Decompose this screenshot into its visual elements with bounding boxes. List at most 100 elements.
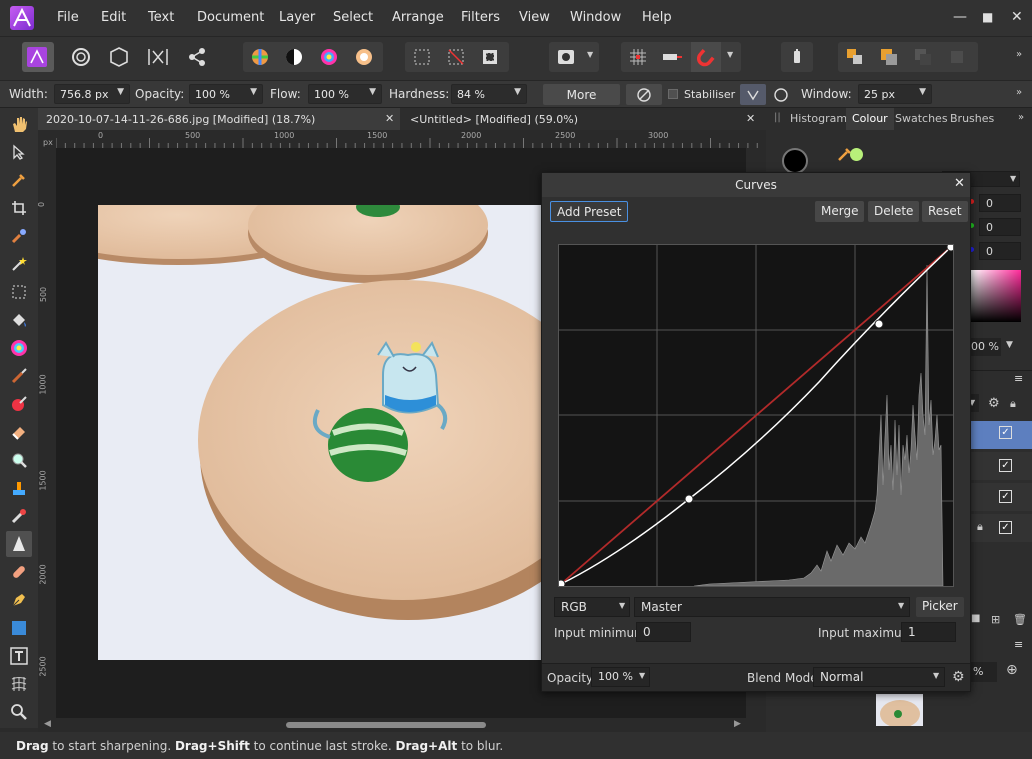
snapping-magnet-icon[interactable] (691, 42, 721, 72)
menu-help[interactable]: Help (642, 10, 672, 25)
layer-row[interactable]: ✓ (971, 452, 1032, 480)
input-maximum-field[interactable]: 1 (901, 622, 956, 642)
curve-control-point[interactable] (684, 494, 694, 504)
lock-icon[interactable]: 🔒︎ (1010, 397, 1016, 411)
stabiliser-checkbox[interactable] (668, 89, 678, 99)
scroll-left-icon[interactable]: ◀ (44, 719, 51, 729)
hsl-icon[interactable] (314, 42, 344, 72)
rope-mode-button[interactable] (740, 84, 766, 105)
rectangle-tool-icon[interactable] (6, 615, 32, 641)
menu-layer[interactable]: Layer (279, 10, 315, 25)
menu-text[interactable]: Text (148, 10, 174, 25)
invert-selection-icon[interactable] (475, 42, 505, 72)
menu-filters[interactable]: Filters (461, 10, 500, 25)
clone-brush-tool-icon[interactable] (6, 475, 32, 501)
blue-value-field[interactable]: 0 (979, 242, 1021, 260)
primary-colour-swatch[interactable] (782, 148, 808, 174)
erase-brush-tool-icon[interactable] (6, 419, 32, 445)
green-value-field[interactable]: 0 (979, 218, 1021, 236)
close-window-button[interactable]: ✕ (1011, 9, 1023, 25)
dodge-brush-tool-icon[interactable] (6, 447, 32, 473)
move-back-icon[interactable] (874, 42, 904, 72)
text-tool-icon[interactable] (6, 643, 32, 669)
layer-visibility-checkbox[interactable]: ✓ (999, 459, 1012, 472)
red-value-field[interactable]: 0 (979, 194, 1021, 212)
grid-icon[interactable] (623, 42, 653, 72)
crop-tool-icon[interactable] (6, 195, 32, 221)
navigator-menu-icon[interactable]: ≡ (1014, 638, 1023, 651)
brush-pressure-button[interactable] (626, 84, 662, 105)
flood-select-tool-icon[interactable] (6, 251, 32, 277)
blend-options-gear-icon[interactable]: ⚙ (952, 669, 965, 685)
minimize-button[interactable]: — (953, 9, 967, 25)
layer-row-selected[interactable]: ✓ (971, 421, 1032, 449)
panel-overflow-icon[interactable]: » (1018, 112, 1024, 123)
colour-opacity-field[interactable]: 00 % (969, 338, 1001, 356)
colour-picker-square[interactable] (971, 270, 1021, 322)
channel-dropdown[interactable]: Master ▼ (634, 597, 910, 617)
more-button[interactable]: More (543, 84, 620, 105)
merge-button[interactable]: Merge (815, 201, 865, 222)
color-replacement-brush-icon[interactable] (6, 391, 32, 417)
layer-visibility-checkbox[interactable]: ✓ (999, 490, 1012, 503)
move-to-front-icon[interactable] (942, 42, 972, 72)
add-preset-button[interactable]: Add Preset (550, 201, 629, 222)
sharpen-tool-icon[interactable] (6, 531, 32, 557)
menu-view[interactable]: View (519, 10, 550, 25)
opacity-field[interactable]: 100 % ▼ (189, 84, 263, 104)
close-dialog-icon[interactable]: ✕ (954, 176, 965, 191)
curves-opacity-field[interactable]: 100 % ▼ (591, 667, 650, 687)
paint-brush-tool-icon[interactable] (6, 363, 32, 389)
brush-stroke-icon[interactable] (782, 42, 812, 72)
mesh-warp-tool-icon[interactable] (6, 671, 32, 697)
tab-histogram[interactable]: Histogram (784, 108, 853, 130)
selection-brush-tool-icon[interactable] (6, 223, 32, 249)
chevron-down-icon[interactable]: ▼ (727, 50, 733, 59)
recent-colour-swatch[interactable] (850, 148, 863, 161)
colorspace-dropdown[interactable]: RGB ▼ (554, 597, 630, 617)
chevron-down-icon[interactable]: ▼ (587, 50, 593, 59)
close-tab-icon[interactable]: ✕ (385, 112, 394, 125)
tab-colour[interactable]: Colour (846, 108, 894, 130)
menu-document[interactable]: Document (197, 10, 264, 25)
layer-settings-gear-icon[interactable]: ⚙ (988, 396, 1000, 411)
marquee-icon[interactable] (407, 42, 437, 72)
tone-mapping-persona-icon[interactable] (143, 42, 173, 72)
chevron-down-icon[interactable]: ▼ (1006, 340, 1013, 350)
delete-layer-icon[interactable]: 🗑︎ (1013, 613, 1027, 626)
toolbar-overflow-icon[interactable]: » (1016, 49, 1022, 60)
flood-fill-tool-icon[interactable] (6, 307, 32, 333)
window-field[interactable]: 25 px ▼ (858, 84, 932, 104)
photo-persona-button[interactable] (22, 42, 54, 72)
context-overflow-icon[interactable]: » (1016, 87, 1022, 98)
blend-mode-dropdown[interactable]: Normal ▼ (813, 667, 945, 687)
menu-file[interactable]: File (57, 10, 79, 25)
zoom-in-icon[interactable]: ⊕ (1006, 662, 1018, 678)
maximize-button[interactable]: ■ (982, 10, 993, 24)
input-minimum-field[interactable]: 0 (636, 622, 691, 642)
navigator-thumbnail[interactable] (876, 694, 923, 726)
layer-row[interactable]: 🔒︎ ✓ (971, 514, 1032, 542)
document-image[interactable] (98, 205, 548, 660)
black-white-icon[interactable] (279, 42, 309, 72)
menu-arrange[interactable]: Arrange (392, 10, 444, 25)
zoom-tool-icon[interactable] (6, 699, 32, 725)
quick-mask-icon[interactable] (551, 42, 581, 72)
document-tab-photo[interactable]: 2020-10-07-14-11-26-686.jpg [Modified] (… (38, 108, 400, 130)
width-field[interactable]: 756.8 px ▼ (54, 84, 130, 104)
color-picker-tool-icon[interactable] (6, 167, 32, 193)
levels-icon[interactable] (245, 42, 275, 72)
alignment-icon[interactable] (657, 42, 687, 72)
close-tab-icon[interactable]: ✕ (746, 112, 755, 125)
flow-field[interactable]: 100 % ▼ (308, 84, 382, 104)
add-layer-icon[interactable]: ■ (971, 613, 980, 624)
blemish-removal-tool-icon[interactable] (6, 503, 32, 529)
hardness-field[interactable]: 84 % ▼ (451, 84, 527, 104)
layers-menu-icon[interactable]: ≡ (1014, 372, 1023, 385)
marquee-tool-icon[interactable] (6, 279, 32, 305)
document-tab-untitled[interactable]: <Untitled> [Modified] (59.0%) (402, 108, 766, 130)
patch-tool-icon[interactable] (6, 559, 32, 585)
menu-select[interactable]: Select (333, 10, 373, 25)
horizontal-scrollbar[interactable]: ◀ ▶ (38, 718, 766, 732)
deselect-icon[interactable] (441, 42, 471, 72)
